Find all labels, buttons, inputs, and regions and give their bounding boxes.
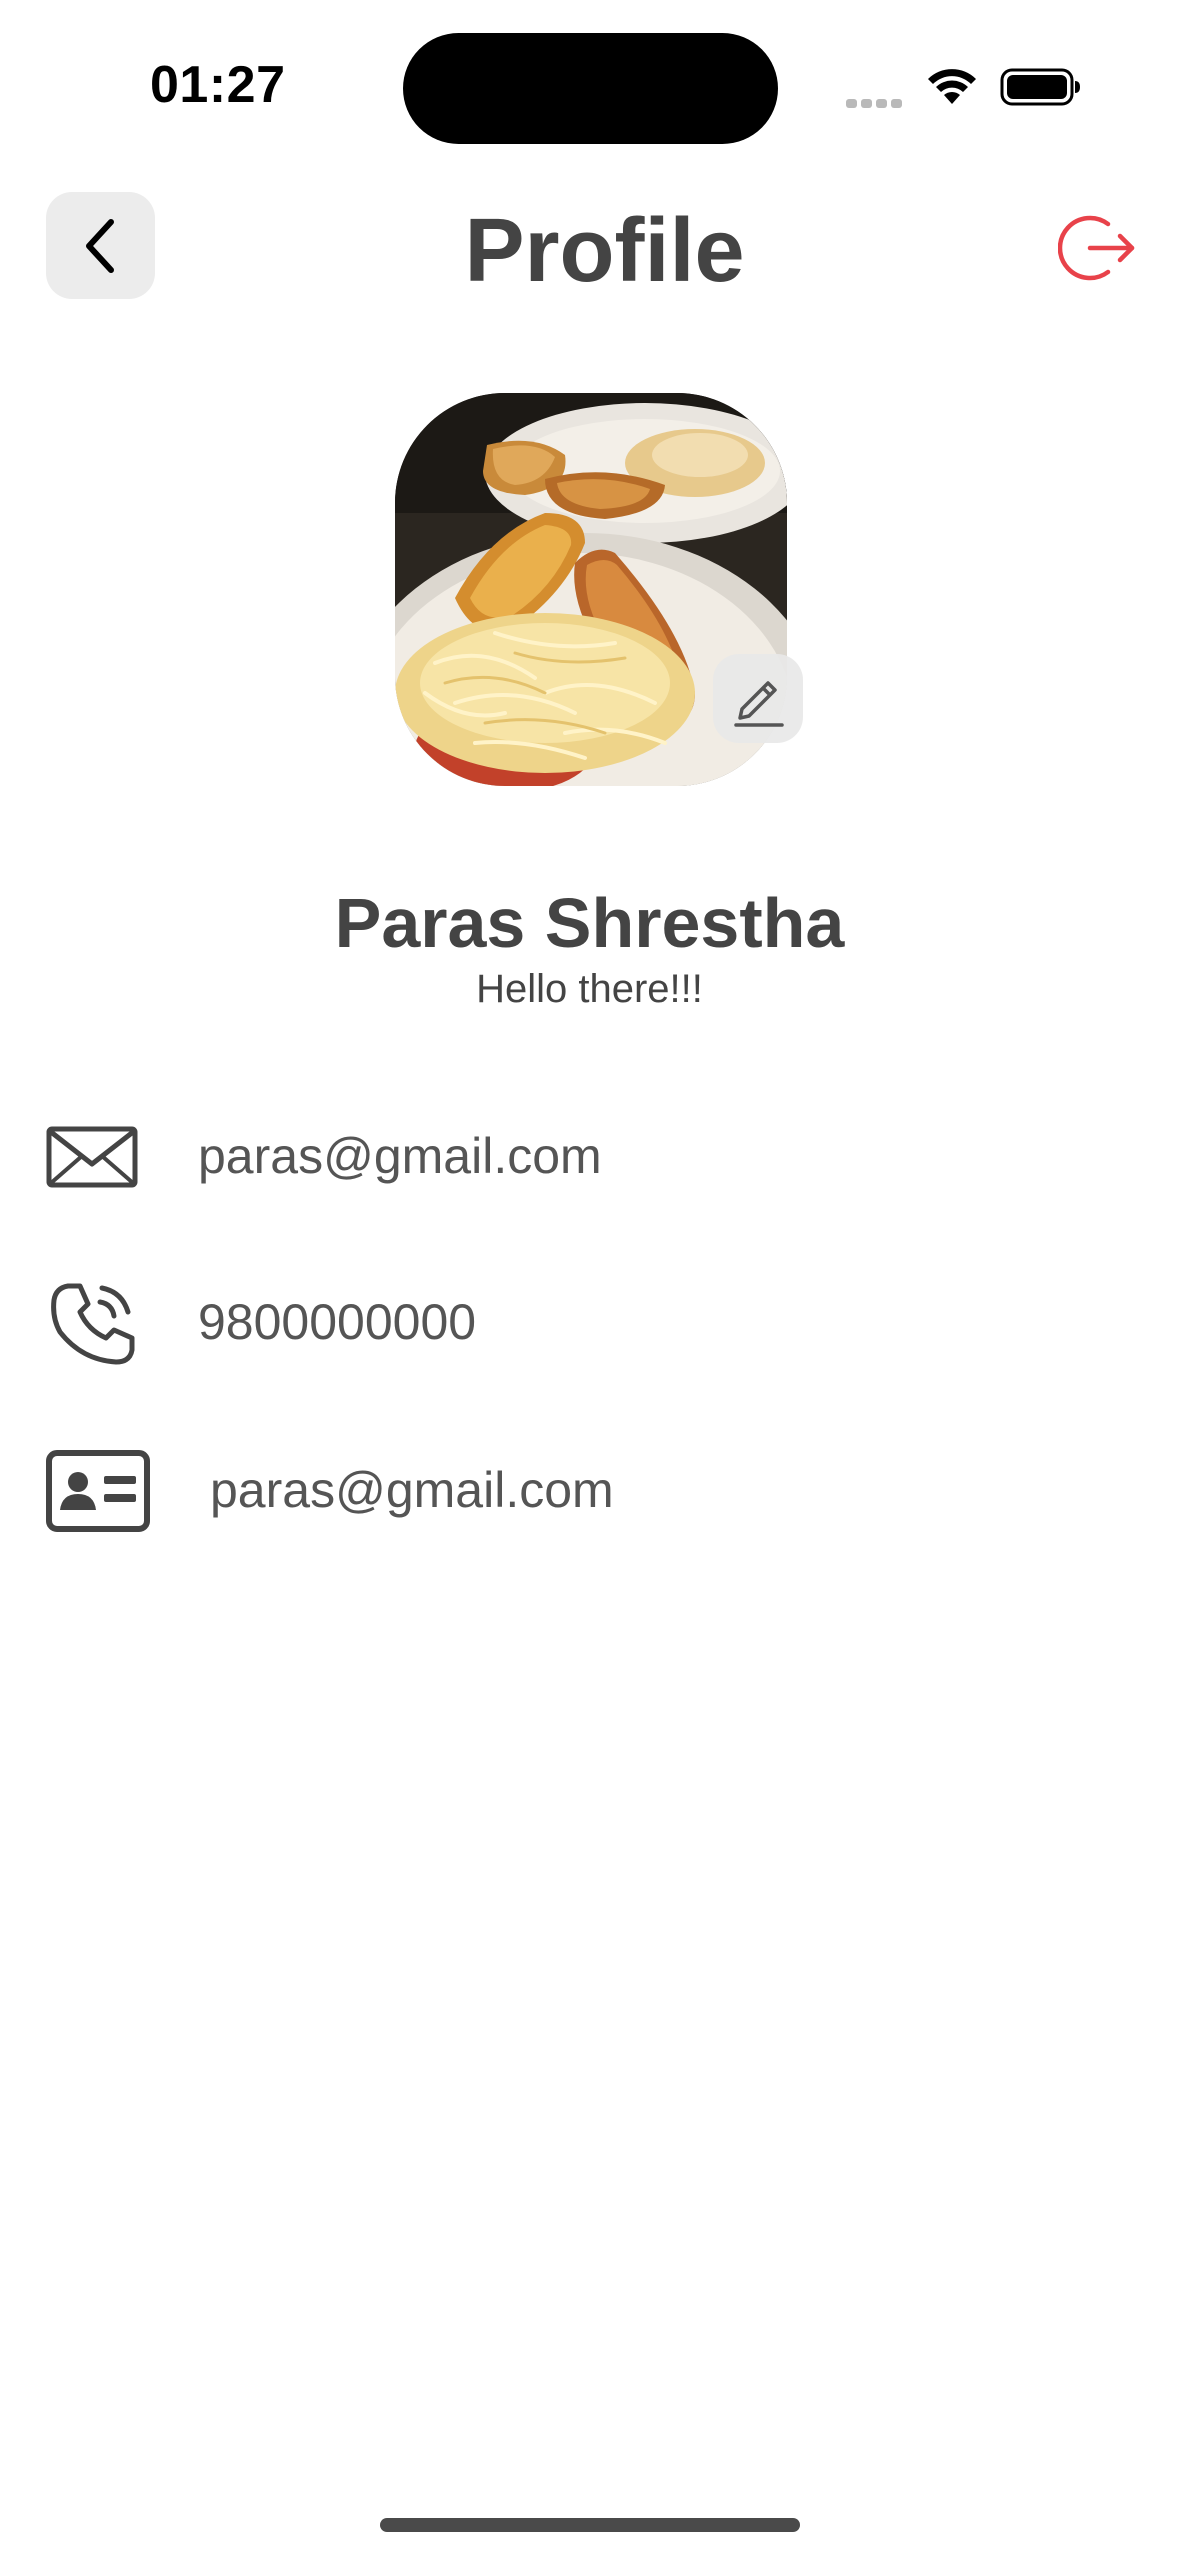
page-title: Profile (464, 201, 745, 301)
wifi-icon (928, 69, 976, 104)
user-bio: Hello there!!! (476, 967, 703, 1011)
pencil-icon (734, 680, 784, 727)
status-time: 01:27 (150, 56, 286, 114)
user-name: Paras Shrestha (334, 884, 845, 962)
mail-icon (46, 1126, 138, 1188)
dynamic-island (403, 33, 778, 144)
phone-value: 9800000000 (198, 1294, 477, 1350)
logout-icon[interactable] (1058, 210, 1136, 286)
edit-avatar-button[interactable] (713, 654, 803, 743)
id-value: paras@gmail.com (210, 1462, 614, 1518)
email-value: paras@gmail.com (198, 1128, 602, 1184)
phone-icon (51, 1283, 135, 1365)
battery-icon (1000, 68, 1080, 106)
id-card-icon (46, 1450, 150, 1532)
home-indicator[interactable] (380, 2518, 800, 2532)
signal-dots-icon (846, 95, 906, 108)
